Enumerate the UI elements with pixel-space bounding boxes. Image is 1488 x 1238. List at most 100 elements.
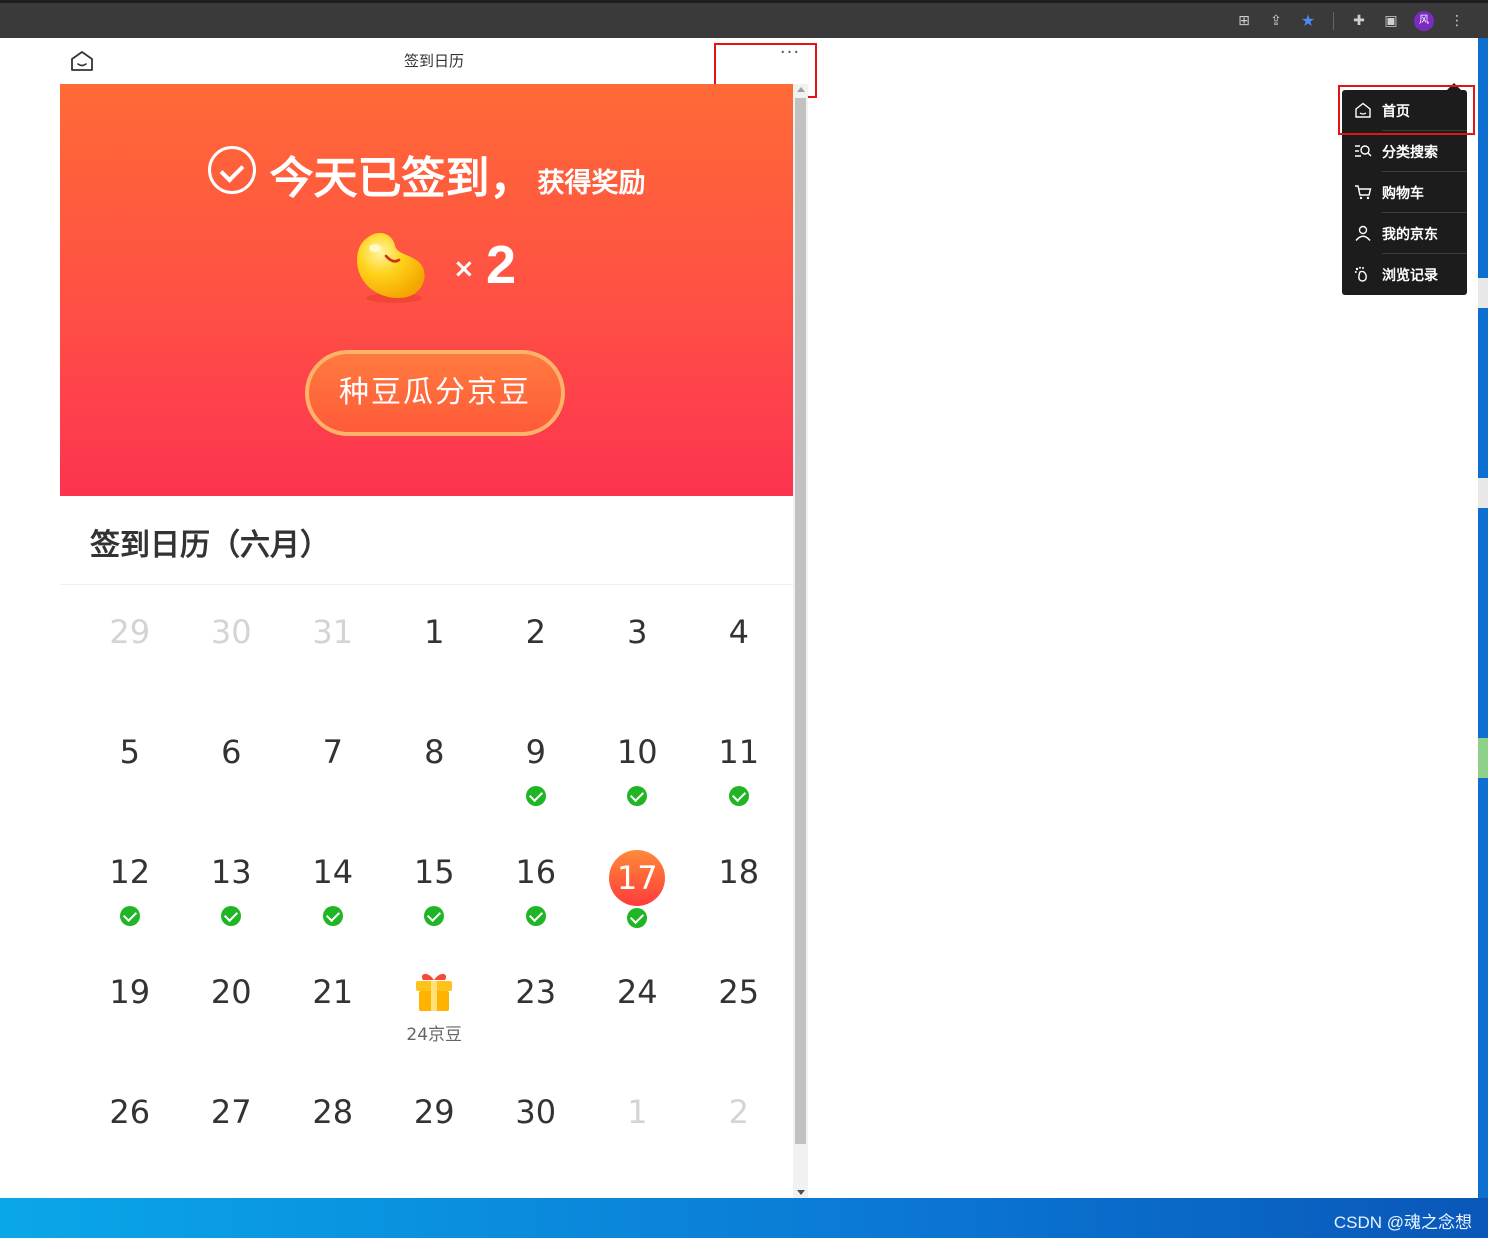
- day-number: 21: [312, 973, 354, 1011]
- calendar-day[interactable]: 27: [181, 1084, 283, 1198]
- calendar-day[interactable]: 7: [282, 724, 384, 844]
- calendar-day[interactable]: 29: [79, 604, 181, 724]
- day-number: 14: [312, 853, 354, 891]
- calendar-day[interactable]: 12: [79, 844, 181, 964]
- translate-icon[interactable]: ⊞: [1235, 12, 1253, 30]
- signed-status: 今天已签到， 获得奖励: [60, 142, 793, 206]
- day-number: 19: [109, 973, 151, 1011]
- calendar-day[interactable]: 15: [384, 844, 486, 964]
- browser-viewport: 签到日历 ··· 今天已签到， 获得奖励 × 2 种豆瓜分京豆 签到日历（六月）…: [0, 38, 1478, 1198]
- page-scroll-area[interactable]: 今天已签到， 获得奖励 × 2 种豆瓜分京豆 签到日历（六月） 29 30 31…: [60, 84, 793, 1198]
- signed-check-icon: [424, 906, 445, 926]
- signed-check-icon: [221, 906, 242, 926]
- category-search-icon: [1355, 145, 1372, 157]
- menu-item-cart[interactable]: 购物车: [1342, 172, 1467, 213]
- sign-in-banner: 今天已签到， 获得奖励 × 2 种豆瓜分京豆: [60, 84, 793, 496]
- calendar-day[interactable]: 2: [688, 1084, 790, 1198]
- day-number: 12: [109, 853, 151, 891]
- extensions-icon[interactable]: ✚: [1350, 12, 1368, 30]
- day-number: 1: [424, 613, 445, 651]
- desktop-taskbar-edge: [0, 1198, 1488, 1238]
- day-number: 9: [525, 733, 546, 771]
- bookmark-star-icon[interactable]: ★: [1299, 12, 1317, 30]
- browser-toolbar-icons: ⊞ ⇪ ★ ✚ ▣ 风 ⋮: [1235, 11, 1466, 31]
- signed-check-icon: [627, 908, 648, 928]
- signed-check-icon: [728, 786, 749, 806]
- menu-item-label: 我的京东: [1382, 227, 1438, 243]
- calendar-day[interactable]: 28: [282, 1084, 384, 1198]
- day-number: 24: [616, 973, 658, 1011]
- calendar-day[interactable]: 10: [587, 724, 689, 844]
- day-number: 2: [728, 1093, 749, 1131]
- calendar-day[interactable]: 23: [485, 964, 587, 1084]
- day-number: 11: [718, 733, 760, 771]
- menu-item-my-jd[interactable]: 我的京东: [1342, 213, 1467, 254]
- calendar-day[interactable]: 30: [485, 1084, 587, 1198]
- watermark: CSDN @魂之念想: [1333, 1213, 1472, 1232]
- day-number: 2: [525, 613, 546, 651]
- signed-check-icon: [627, 786, 648, 806]
- day-number: 30: [210, 613, 252, 651]
- day-number: 20: [210, 973, 252, 1011]
- day-number: 17: [609, 850, 666, 906]
- calendar-day[interactable]: 26: [79, 1084, 181, 1198]
- calendar-day[interactable]: 25: [688, 964, 790, 1084]
- menu-item-label: 浏览记录: [1382, 268, 1438, 284]
- calendar-day[interactable]: 24京豆: [384, 964, 486, 1084]
- calendar-day[interactable]: 20: [181, 964, 283, 1084]
- profile-avatar[interactable]: 风: [1414, 11, 1434, 31]
- calendar-day[interactable]: 29: [384, 1084, 486, 1198]
- background-window-edge: [1478, 38, 1488, 1198]
- side-panel-icon[interactable]: ▣: [1382, 12, 1400, 30]
- scroll-down-arrow-icon[interactable]: [797, 1190, 805, 1195]
- menu-item-history[interactable]: 浏览记录: [1342, 254, 1467, 295]
- calendar-day[interactable]: 31: [282, 604, 384, 724]
- calendar-day[interactable]: 24: [587, 964, 689, 1084]
- footprint-icon: [1354, 266, 1367, 282]
- calendar-day[interactable]: 21: [282, 964, 384, 1084]
- calendar-day[interactable]: 6: [181, 724, 283, 844]
- calendar-day[interactable]: 16: [485, 844, 587, 964]
- calendar-day[interactable]: 14: [282, 844, 384, 964]
- calendar-day[interactable]: 2: [485, 604, 587, 724]
- vertical-scrollbar[interactable]: [793, 84, 808, 1198]
- day-number: 31: [312, 613, 354, 651]
- toolbar-separator: [1333, 12, 1334, 30]
- menu-item-category-search[interactable]: 分类搜索: [1342, 131, 1467, 172]
- calendar-day[interactable]: 8: [384, 724, 486, 844]
- calendar-day[interactable]: 1: [587, 1084, 689, 1198]
- scroll-up-arrow-icon[interactable]: [797, 87, 805, 92]
- calendar-day-today[interactable]: 17: [587, 844, 689, 964]
- check-circle-icon: [207, 146, 256, 194]
- day-number: 7: [322, 733, 343, 771]
- calendar-day[interactable]: 11: [688, 724, 790, 844]
- day-number: 4: [728, 613, 749, 651]
- user-icon: [1355, 225, 1371, 241]
- calendar-day[interactable]: 19: [79, 964, 181, 1084]
- scrollbar-thumb[interactable]: [795, 98, 806, 1144]
- plant-beans-button[interactable]: 种豆瓜分京豆: [305, 350, 565, 436]
- edge-fragment: [1478, 278, 1488, 308]
- calendar-day[interactable]: 3: [587, 604, 689, 724]
- menu-item-label: 分类搜索: [1382, 145, 1438, 161]
- calendar-day[interactable]: 1: [384, 604, 486, 724]
- share-icon[interactable]: ⇪: [1267, 12, 1285, 30]
- calendar-day[interactable]: 30: [181, 604, 283, 724]
- calendar-grid: 29 30 31 1 2 3 4 5 6 7 8 9 10 11 12 13 14 15 16 17 18 19 20 21 2…: [79, 604, 790, 1198]
- calendar-day[interactable]: 4: [688, 604, 790, 724]
- calendar-day[interactable]: 5: [79, 724, 181, 844]
- day-number: 30: [515, 1093, 557, 1131]
- day-number: 23: [515, 973, 557, 1011]
- calendar-day[interactable]: 13: [181, 844, 283, 964]
- calendar-day[interactable]: 18: [688, 844, 790, 964]
- day-number: 6: [221, 733, 242, 771]
- signed-text: 今天已签到，: [269, 153, 534, 204]
- day-number: 28: [312, 1093, 354, 1131]
- kebab-menu-icon[interactable]: ⋮: [1448, 12, 1466, 30]
- calendar-day[interactable]: 9: [485, 724, 587, 844]
- calendar-divider: [60, 584, 793, 585]
- day-number: 25: [718, 973, 760, 1011]
- day-number: 13: [210, 853, 252, 891]
- day-number: 15: [413, 853, 455, 891]
- gift-reward-label: 24京豆: [406, 1025, 463, 1045]
